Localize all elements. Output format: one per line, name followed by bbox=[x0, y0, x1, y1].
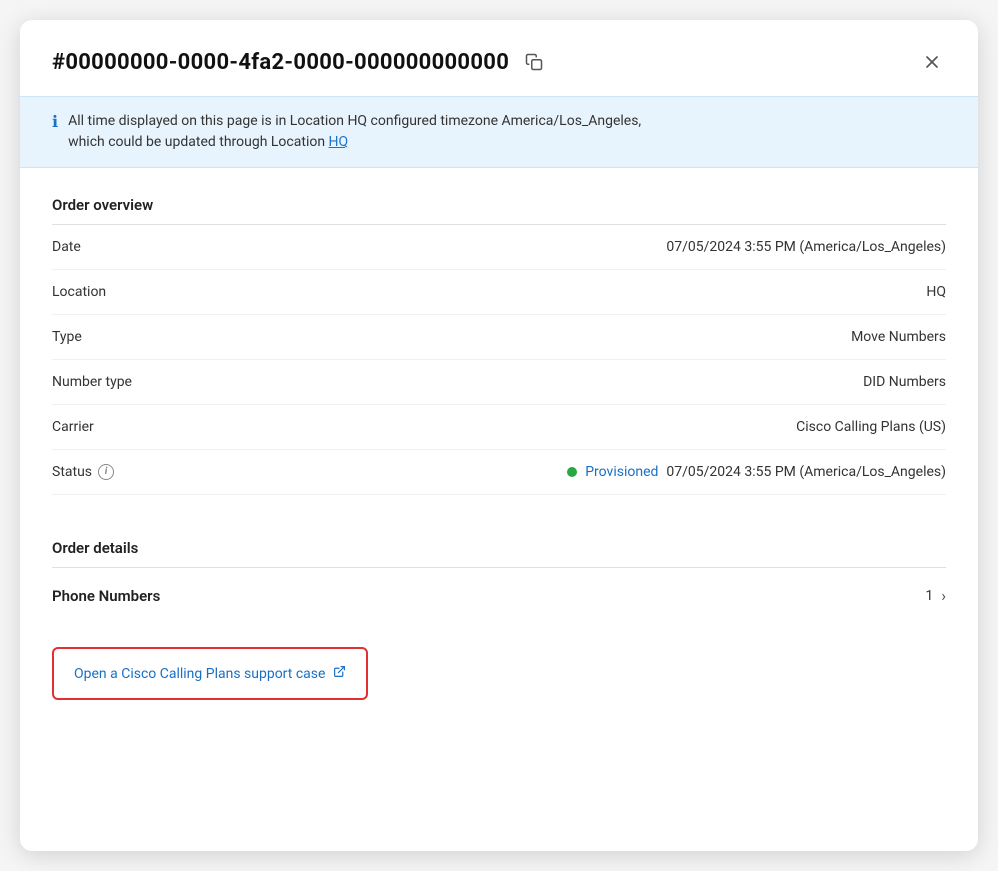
carrier-value: Cisco Calling Plans (US) bbox=[796, 419, 946, 435]
order-overview-rows: Date 07/05/2024 3:55 PM (America/Los_Ang… bbox=[20, 225, 978, 495]
status-label-text: Status bbox=[52, 464, 92, 480]
location-value: HQ bbox=[926, 284, 946, 300]
modal-header: #00000000-0000-4fa2-0000-000000000000 bbox=[20, 20, 978, 96]
copy-icon bbox=[525, 53, 543, 71]
order-details-rows: Phone Numbers 1 › bbox=[20, 568, 978, 623]
number-type-label: Number type bbox=[52, 374, 132, 390]
hq-link[interactable]: HQ bbox=[329, 134, 349, 150]
date-value: 07/05/2024 3:55 PM (America/Los_Angeles) bbox=[666, 239, 946, 255]
phone-numbers-row[interactable]: Phone Numbers 1 › bbox=[52, 568, 946, 623]
close-icon bbox=[922, 52, 942, 72]
status-info-icon[interactable]: i bbox=[98, 464, 114, 480]
type-label: Type bbox=[52, 329, 82, 345]
number-type-row: Number type DID Numbers bbox=[52, 360, 946, 405]
info-text-part2: which could be updated through Location bbox=[68, 134, 328, 150]
type-row: Type Move Numbers bbox=[52, 315, 946, 360]
status-dot bbox=[567, 467, 577, 477]
date-row: Date 07/05/2024 3:55 PM (America/Los_Ang… bbox=[52, 225, 946, 270]
support-link-text: Open a Cisco Calling Plans support case bbox=[74, 666, 325, 682]
order-details-section: Order details bbox=[20, 511, 978, 568]
chevron-right-icon: › bbox=[941, 586, 946, 605]
carrier-row: Carrier Cisco Calling Plans (US) bbox=[52, 405, 946, 450]
external-link-icon bbox=[333, 665, 346, 682]
number-type-value: DID Numbers bbox=[863, 374, 946, 390]
modal-title: #00000000-0000-4fa2-0000-000000000000 bbox=[52, 50, 509, 75]
support-link-section: Open a Cisco Calling Plans support case bbox=[20, 623, 978, 724]
location-label: Location bbox=[52, 284, 106, 300]
status-row: Status i Provisioned 07/05/2024 3:55 PM … bbox=[52, 450, 946, 495]
info-text-part1: All time displayed on this page is in Lo… bbox=[68, 113, 641, 129]
order-overview-title: Order overview bbox=[52, 196, 946, 214]
order-detail-modal: #00000000-0000-4fa2-0000-000000000000 ℹ … bbox=[20, 20, 978, 851]
info-banner-text: All time displayed on this page is in Lo… bbox=[68, 111, 641, 153]
status-provisioned-text: Provisioned bbox=[585, 464, 658, 480]
carrier-label: Carrier bbox=[52, 419, 94, 435]
phone-numbers-count: 1 bbox=[925, 588, 933, 604]
support-case-link[interactable]: Open a Cisco Calling Plans support case bbox=[52, 647, 368, 700]
type-value: Move Numbers bbox=[851, 329, 946, 345]
info-banner: ℹ All time displayed on this page is in … bbox=[20, 96, 978, 168]
info-icon: ℹ bbox=[52, 112, 58, 131]
phone-numbers-right: 1 › bbox=[925, 586, 946, 605]
copy-id-button[interactable] bbox=[521, 49, 547, 75]
status-datetime: 07/05/2024 3:55 PM (America/Los_Angeles) bbox=[666, 464, 946, 480]
status-label: Status i bbox=[52, 464, 114, 480]
close-button[interactable] bbox=[918, 48, 946, 76]
location-row: Location HQ bbox=[52, 270, 946, 315]
modal-title-row: #00000000-0000-4fa2-0000-000000000000 bbox=[52, 49, 547, 75]
date-label: Date bbox=[52, 239, 81, 255]
status-value-row: Provisioned 07/05/2024 3:55 PM (America/… bbox=[567, 464, 946, 480]
phone-numbers-label: Phone Numbers bbox=[52, 587, 160, 605]
order-details-title: Order details bbox=[52, 539, 946, 557]
order-overview-section: Order overview bbox=[20, 168, 978, 225]
